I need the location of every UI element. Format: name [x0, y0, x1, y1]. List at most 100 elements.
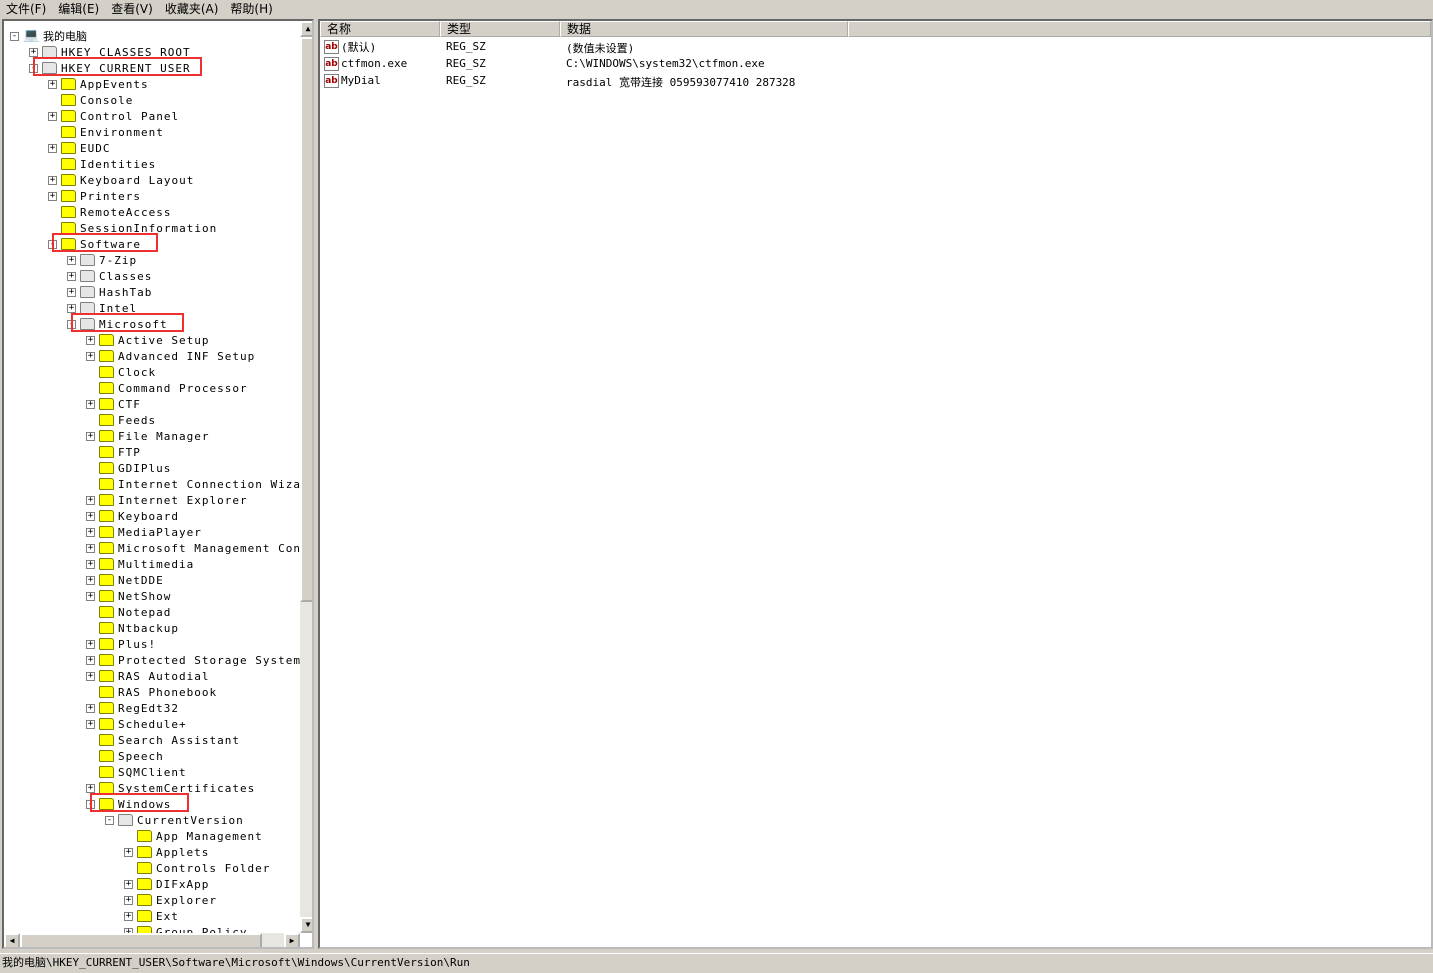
tree-item[interactable]: + File Manager — [86, 428, 209, 444]
tree-item[interactable]: + HashTab — [67, 284, 152, 300]
tree-item[interactable]: + RAS Autodial — [86, 668, 209, 684]
tree-item[interactable]: + Keyboard — [86, 508, 179, 524]
tree-item[interactable]: Controls Folder — [124, 860, 270, 876]
tree-item[interactable]: + Control Panel — [48, 108, 179, 124]
column-header-type[interactable]: 类型 — [440, 21, 560, 37]
tree-item[interactable]: +7-Zip — [67, 252, 137, 268]
tree-item[interactable]: + Classes — [67, 268, 152, 284]
tree-item[interactable]: + Explorer — [124, 892, 217, 908]
tree-item[interactable]: Speech — [86, 748, 164, 764]
tree-item[interactable]: SQMClient — [86, 764, 187, 780]
tree-item[interactable]: GDIPlus — [86, 460, 171, 476]
expand-icon[interactable]: + — [48, 175, 57, 185]
column-header-name[interactable]: 名称 — [320, 21, 440, 37]
tree-item[interactable]: + NetDDE — [86, 572, 164, 588]
expand-icon[interactable]: + — [86, 783, 95, 793]
tree-item[interactable]: + Schedule+ — [86, 716, 187, 732]
scroll-thumb-h[interactable] — [20, 933, 262, 947]
value-row[interactable]: ab MyDial — [324, 72, 381, 89]
tree-vertical-scrollbar[interactable]: ▲ ▼ — [300, 21, 312, 933]
tree-item[interactable]: + Ext — [124, 908, 179, 924]
expand-icon[interactable]: + — [48, 79, 57, 89]
expand-icon[interactable]: + — [48, 111, 57, 121]
expand-icon[interactable]: + — [124, 911, 133, 921]
expand-icon[interactable]: + — [48, 143, 57, 153]
tree-item[interactable]: + AppEvents — [48, 76, 149, 92]
expand-icon[interactable]: + — [29, 47, 38, 57]
expand-icon[interactable]: + — [86, 671, 95, 681]
expand-icon[interactable]: + — [67, 287, 76, 297]
expand-icon[interactable]: + — [86, 655, 95, 665]
tree-item[interactable]: Ntbackup — [86, 620, 179, 636]
expand-icon[interactable]: + — [86, 639, 95, 649]
tree-item[interactable]: Feeds — [86, 412, 156, 428]
menu-item[interactable]: 查看(V) — [105, 0, 159, 18]
tree-item[interactable]: FTP — [86, 444, 141, 460]
tree-item[interactable]: + Internet Explorer — [86, 492, 248, 508]
expand-icon[interactable]: + — [67, 271, 76, 281]
value-row[interactable]: ab ctfmon.exe — [324, 55, 407, 72]
expand-icon[interactable]: + — [86, 575, 95, 585]
tree-item[interactable]: RAS Phonebook — [86, 684, 217, 700]
expand-icon[interactable]: + — [86, 559, 95, 569]
menu-item[interactable]: 收藏夹(A) — [159, 0, 225, 18]
tree-item[interactable]: + Active Setup — [86, 332, 209, 348]
expand-icon[interactable]: + — [48, 191, 57, 201]
tree-item[interactable]: + EUDC — [48, 140, 111, 156]
expand-icon[interactable]: + — [86, 351, 95, 361]
tree-item[interactable]: App Management — [124, 828, 263, 844]
tree-item[interactable]: + Multimedia — [86, 556, 194, 572]
column-header-data[interactable]: 数据 — [560, 21, 848, 37]
tree-item[interactable]: + Microsoft Management Console — [86, 540, 312, 556]
expand-icon[interactable]: + — [86, 719, 95, 729]
tree-item[interactable]: Clock — [86, 364, 156, 380]
tree-item[interactable]: + DIFxApp — [124, 876, 209, 892]
tree-item[interactable]: + CTF — [86, 396, 141, 412]
tree-item[interactable]: + Printers — [48, 188, 141, 204]
expand-icon[interactable]: + — [86, 591, 95, 601]
menu-item[interactable]: 文件(F) — [0, 0, 52, 18]
tree-item[interactable]: - 💻 我的电脑 — [10, 28, 87, 44]
tree-item[interactable]: Console — [48, 92, 133, 108]
expand-icon[interactable]: + — [86, 543, 95, 553]
tree-item[interactable]: + MediaPlayer — [86, 524, 202, 540]
expand-icon[interactable]: + — [86, 511, 95, 521]
expand-icon[interactable]: + — [67, 255, 76, 265]
expand-icon[interactable]: + — [67, 303, 76, 313]
expand-icon[interactable]: + — [86, 335, 95, 345]
tree-item[interactable]: Environment — [48, 124, 164, 140]
expand-icon[interactable]: + — [86, 495, 95, 505]
value-row[interactable]: ab (默认) — [324, 38, 376, 55]
tree-item[interactable]: + NetShow — [86, 588, 171, 604]
expand-icon[interactable]: + — [86, 431, 95, 441]
tree-item[interactable]: Identities — [48, 156, 156, 172]
menu-item[interactable]: 帮助(H) — [224, 0, 278, 18]
collapse-icon[interactable]: - — [105, 815, 114, 825]
tree-horizontal-scrollbar[interactable]: ◀ ▶ — [4, 933, 300, 947]
menu-item[interactable]: 编辑(E) — [52, 0, 105, 18]
expand-icon[interactable]: + — [124, 879, 133, 889]
tree-item[interactable]: Command Processor — [86, 380, 248, 396]
scroll-right-button[interactable]: ▶ — [284, 933, 300, 947]
scroll-thumb[interactable] — [300, 37, 312, 602]
tree-item[interactable]: Internet Connection Wizard — [86, 476, 312, 492]
tree-item[interactable]: + Protected Storage System Prov: — [86, 652, 312, 668]
tree-item[interactable]: RemoteAccess — [48, 204, 171, 220]
scroll-up-button[interactable]: ▲ — [300, 21, 312, 37]
expand-icon[interactable]: + — [86, 703, 95, 713]
expand-icon[interactable]: + — [124, 895, 133, 905]
tree-item[interactable]: + Applets — [124, 844, 209, 860]
tree-item[interactable]: + RegEdt32 — [86, 700, 179, 716]
tree-item[interactable]: Search Assistant — [86, 732, 240, 748]
scroll-down-button[interactable]: ▼ — [300, 917, 312, 933]
expand-icon[interactable]: + — [86, 399, 95, 409]
tree-item[interactable]: + Keyboard Layout — [48, 172, 194, 188]
tree-item[interactable]: + Plus! — [86, 636, 156, 652]
expand-icon[interactable]: + — [124, 847, 133, 857]
collapse-icon[interactable]: - — [10, 31, 19, 41]
tree-item[interactable]: + Advanced INF Setup — [86, 348, 255, 364]
tree-item[interactable]: - CurrentVersion — [105, 812, 244, 828]
tree-item[interactable]: Notepad — [86, 604, 171, 620]
scroll-left-button[interactable]: ◀ — [4, 933, 20, 947]
expand-icon[interactable]: + — [86, 527, 95, 537]
